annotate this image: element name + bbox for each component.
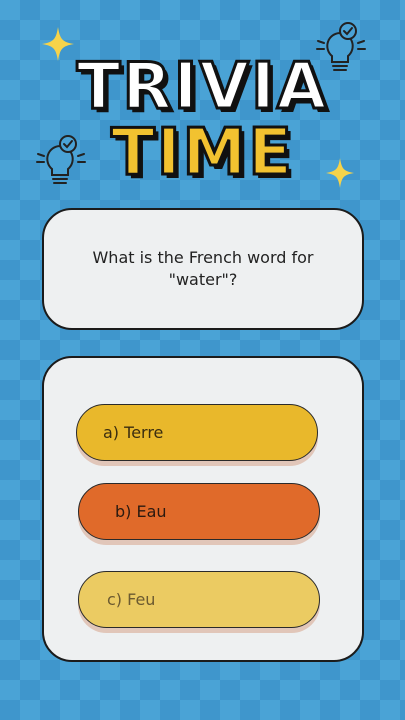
answer-option-label: b) Eau: [115, 502, 167, 521]
title-line-2: TIME: [110, 115, 294, 192]
answer-option-label: c) Feu: [107, 590, 156, 609]
answer-option-label: a) Terre: [103, 423, 164, 442]
answer-option-a[interactable]: a) Terre: [76, 404, 318, 461]
answer-option-c[interactable]: c) Feu: [78, 571, 320, 628]
question-text: What is the French word for "water"?: [92, 248, 314, 289]
answer-option-b[interactable]: b) Eau: [78, 483, 320, 540]
question-card: What is the French word for "water"?: [42, 208, 364, 330]
title-line-1: TRIVIA: [75, 49, 329, 126]
